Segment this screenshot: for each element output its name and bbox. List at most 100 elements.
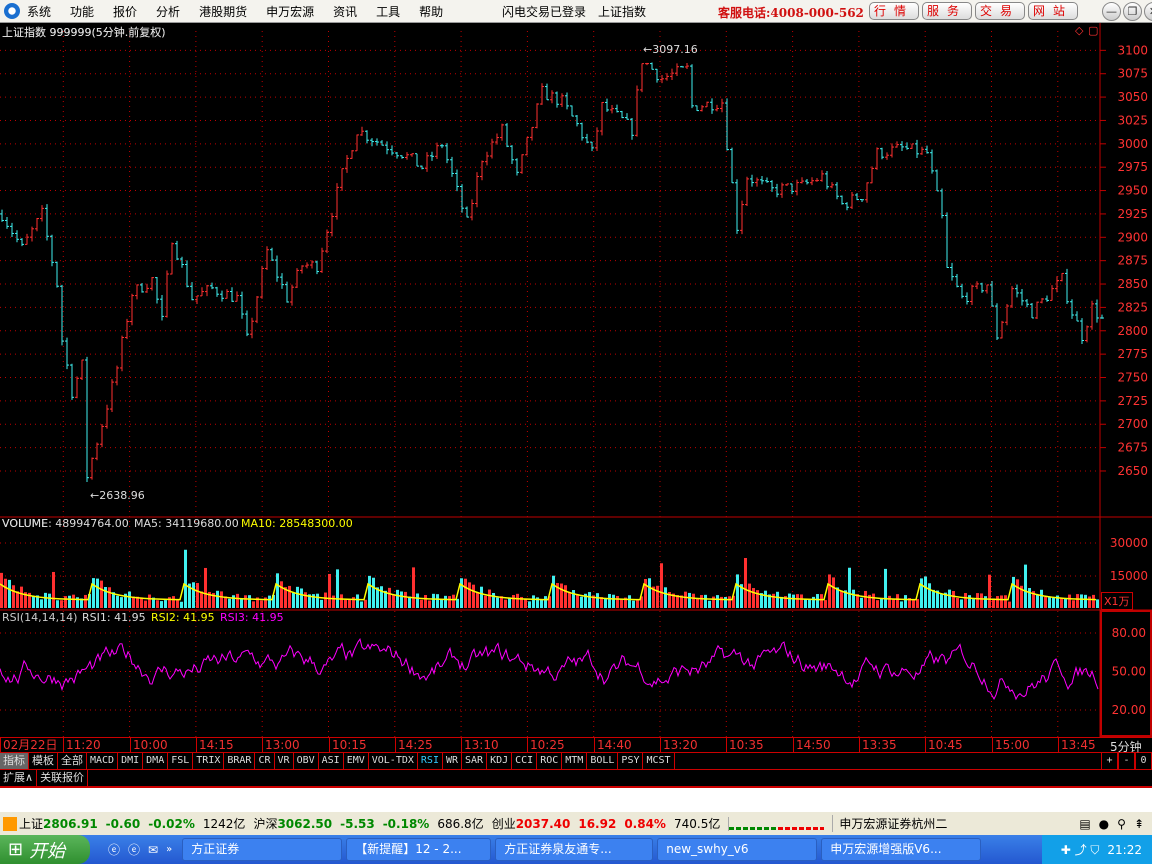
volume-bar — [528, 601, 531, 608]
indicator-tab-obv[interactable]: OBV — [294, 753, 319, 769]
volume-bar — [964, 593, 967, 608]
high-label: ←3097.16 — [643, 43, 698, 56]
volume-bar — [632, 600, 635, 608]
taskbar-task-1[interactable]: 【新提醒】12 - 2... — [346, 838, 492, 861]
zoom-button-1[interactable]: - — [1118, 753, 1135, 769]
indicator-tab-psy[interactable]: PSY — [618, 753, 644, 769]
ma10-line — [0, 582, 1097, 601]
taskbar-task-0[interactable]: 方正证券 — [182, 838, 343, 861]
indicator-tab-模板[interactable]: 模板 — [29, 753, 58, 769]
volume-bar — [684, 591, 687, 608]
indicator-tab-rsi[interactable]: RSI — [418, 753, 443, 769]
volume-bar — [268, 595, 271, 608]
taskbar-task-3[interactable]: new_swhy_v6 — [657, 838, 818, 861]
indicator-tab-emv[interactable]: EMV — [344, 753, 369, 769]
tray-icons[interactable]: ✚ ⤴ ⛉ — [1061, 841, 1100, 858]
diamond-icon[interactable]: ◇ — [1075, 24, 1083, 37]
indicator-tab-指标[interactable]: 指标 — [0, 753, 29, 769]
service-button-1[interactable]: 服务 — [922, 2, 973, 20]
indicator-tab-dma[interactable]: DMA — [143, 753, 169, 769]
menu-1[interactable]: 功能 — [70, 3, 94, 20]
notes-icon[interactable]: ▤ — [1079, 817, 1090, 831]
zoom-button-2[interactable]: 0 — [1135, 753, 1152, 769]
volume-bar — [252, 601, 255, 608]
indicator-tab-mcst[interactable]: MCST — [643, 753, 675, 769]
volume-bar — [424, 594, 427, 608]
volume-bar — [148, 594, 151, 608]
service-button-3[interactable]: 网站 — [1028, 2, 1079, 20]
volume-bar — [960, 599, 963, 608]
window-toggle-icon[interactable]: ▢ — [1088, 24, 1098, 37]
more-chevron-icon[interactable]: » — [166, 844, 172, 855]
zoom-button-0[interactable]: + — [1101, 753, 1118, 769]
volume-bar — [1008, 601, 1011, 608]
volume-bar — [636, 599, 639, 608]
indicator-tab-kdj[interactable]: KDJ — [487, 753, 513, 769]
service-button-2[interactable]: 交易 — [975, 2, 1026, 20]
indicator-tab-trix[interactable]: TRIX — [193, 753, 225, 769]
volume-bar — [956, 597, 959, 608]
indicator-tab-wr[interactable]: WR — [443, 753, 463, 769]
start-button[interactable]: ⊞ 开始 — [0, 835, 90, 864]
menu-4[interactable]: 港股期货 — [199, 3, 247, 20]
volume-bar — [288, 585, 291, 608]
menu-0[interactable]: 系统 — [27, 3, 51, 20]
volume-bar — [12, 585, 15, 608]
login-status: 闪电交易已登录 — [502, 5, 587, 19]
volume-bar — [32, 596, 35, 608]
ext-tab-1[interactable]: 关联报价 — [37, 770, 89, 786]
signal-icon[interactable]: ⚲ — [1117, 817, 1126, 831]
indicator-tab-vr[interactable]: VR — [275, 753, 294, 769]
indicator-tab-cci[interactable]: CCI — [512, 753, 538, 769]
volume-bar — [416, 593, 419, 608]
menu-7[interactable]: 工具 — [376, 3, 400, 20]
pin-icon[interactable]: ⇞ — [1134, 817, 1144, 831]
menu-8[interactable]: 帮助 — [419, 3, 443, 20]
minimize-button[interactable]: — — [1102, 2, 1121, 21]
ie-icon-2[interactable]: ⓔ — [128, 841, 140, 858]
volume-bar — [16, 591, 19, 608]
ext-tab-0[interactable]: 扩展∧ — [0, 770, 38, 786]
indicator-tab-fsl[interactable]: FSL — [168, 753, 194, 769]
indicator-tab-dmi[interactable]: DMI — [118, 753, 144, 769]
chart-area[interactable]: 3100 3075 3050 3025 3000 2975 2950 2925 2900 2875… — [0, 23, 1152, 737]
close-button[interactable]: ✕ — [1144, 2, 1152, 21]
taskbar-task-2[interactable]: 方正证券泉友通专... — [495, 838, 654, 861]
indicator-tab-全部[interactable]: 全部 — [58, 753, 87, 769]
menu-6[interactable]: 资讯 — [333, 3, 357, 20]
volume-bar — [56, 600, 59, 608]
volume-bar — [8, 579, 11, 608]
taskbar-task-4[interactable]: 申万宏源增强版V6... — [821, 838, 982, 861]
indicator-tab-asi[interactable]: ASI — [319, 753, 344, 769]
volume-bar — [848, 567, 851, 608]
menu-5[interactable]: 申万宏源 — [266, 3, 314, 20]
indicator-tab-boll[interactable]: BOLL — [587, 753, 619, 769]
volume-bar — [980, 593, 983, 608]
volume-bar — [700, 595, 703, 608]
price-tick-label: 3100 — [1117, 43, 1148, 57]
indicator-tab-sar[interactable]: SAR — [462, 753, 488, 769]
volume-bar — [612, 594, 615, 608]
ie-icon[interactable]: ⓔ — [108, 841, 120, 858]
status-app-icon[interactable] — [3, 816, 17, 831]
volume-bar — [824, 600, 827, 608]
indicator-tab-mtm[interactable]: MTM — [562, 753, 588, 769]
chart-svg[interactable]: 3100 3075 3050 3025 3000 2975 2950 2925 2900 2875… — [0, 23, 1152, 737]
menu-3[interactable]: 分析 — [156, 3, 180, 20]
volume-bar — [1068, 594, 1071, 608]
menu-2[interactable]: 报价 — [113, 3, 137, 20]
indicator-tab-macd[interactable]: MACD — [87, 753, 119, 769]
volume-bar — [132, 596, 135, 608]
coin-icon[interactable]: ● — [1099, 817, 1109, 831]
volume-bar — [948, 589, 951, 608]
indicator-tab-vol-tdx[interactable]: VOL-TDX — [369, 753, 418, 769]
indicator-tab-brar[interactable]: BRAR — [224, 753, 256, 769]
indicator-tab-roc[interactable]: ROC — [537, 753, 563, 769]
volume-bar — [912, 599, 915, 608]
indicator-tab-cr[interactable]: CR — [255, 753, 275, 769]
service-button-0[interactable]: 行情 — [869, 2, 920, 20]
volume-bar — [360, 601, 363, 608]
restore-button[interactable]: ❐ — [1123, 2, 1142, 21]
volume-bar — [0, 572, 3, 608]
outlook-icon[interactable]: ✉ — [148, 843, 158, 857]
